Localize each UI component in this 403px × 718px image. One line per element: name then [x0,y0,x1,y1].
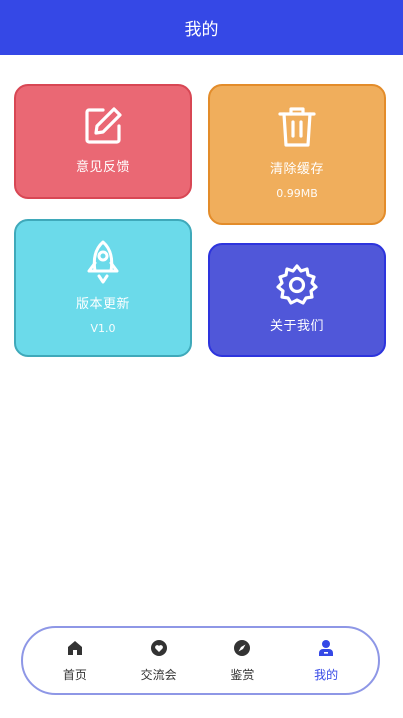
gear-icon [275,263,319,307]
clear-cache-label: 清除缓存 [269,162,324,177]
rocket-icon [83,239,123,285]
feedback-label: 意见反馈 [75,160,130,175]
tab-appreciate[interactable]: 鉴赏 [207,639,277,683]
tab-exchange-label: 交流会 [140,667,177,682]
version-update-label: 版本更新 [75,297,130,312]
home-icon [66,639,84,661]
edit-icon [81,104,125,148]
compass-icon [233,639,251,661]
clear-cache-card[interactable]: 清除缓存 0.99MB [208,84,386,225]
bottom-tab-bar: 首页 交流会 鉴赏 我的 [21,626,380,695]
chat-heart-icon [150,639,168,661]
page-title: 我的 [184,20,219,40]
tab-appreciate-label: 鉴赏 [230,667,255,682]
tab-mine[interactable]: 我的 [291,639,361,683]
feedback-card[interactable]: 意见反馈 [14,84,192,199]
user-icon [317,639,335,661]
page-header: 我的 [0,0,403,55]
cache-size: 0.99MB [276,187,318,200]
tab-home-label: 首页 [62,667,87,682]
trash-icon [275,104,319,150]
tab-mine-label: 我的 [314,667,339,682]
about-us-card[interactable]: 关于我们 [208,243,386,357]
tab-exchange[interactable]: 交流会 [124,639,194,683]
tab-home[interactable]: 首页 [40,639,110,683]
version-number: V1.0 [90,322,116,335]
about-us-label: 关于我们 [269,319,324,334]
version-update-card[interactable]: 版本更新 V1.0 [14,219,192,357]
